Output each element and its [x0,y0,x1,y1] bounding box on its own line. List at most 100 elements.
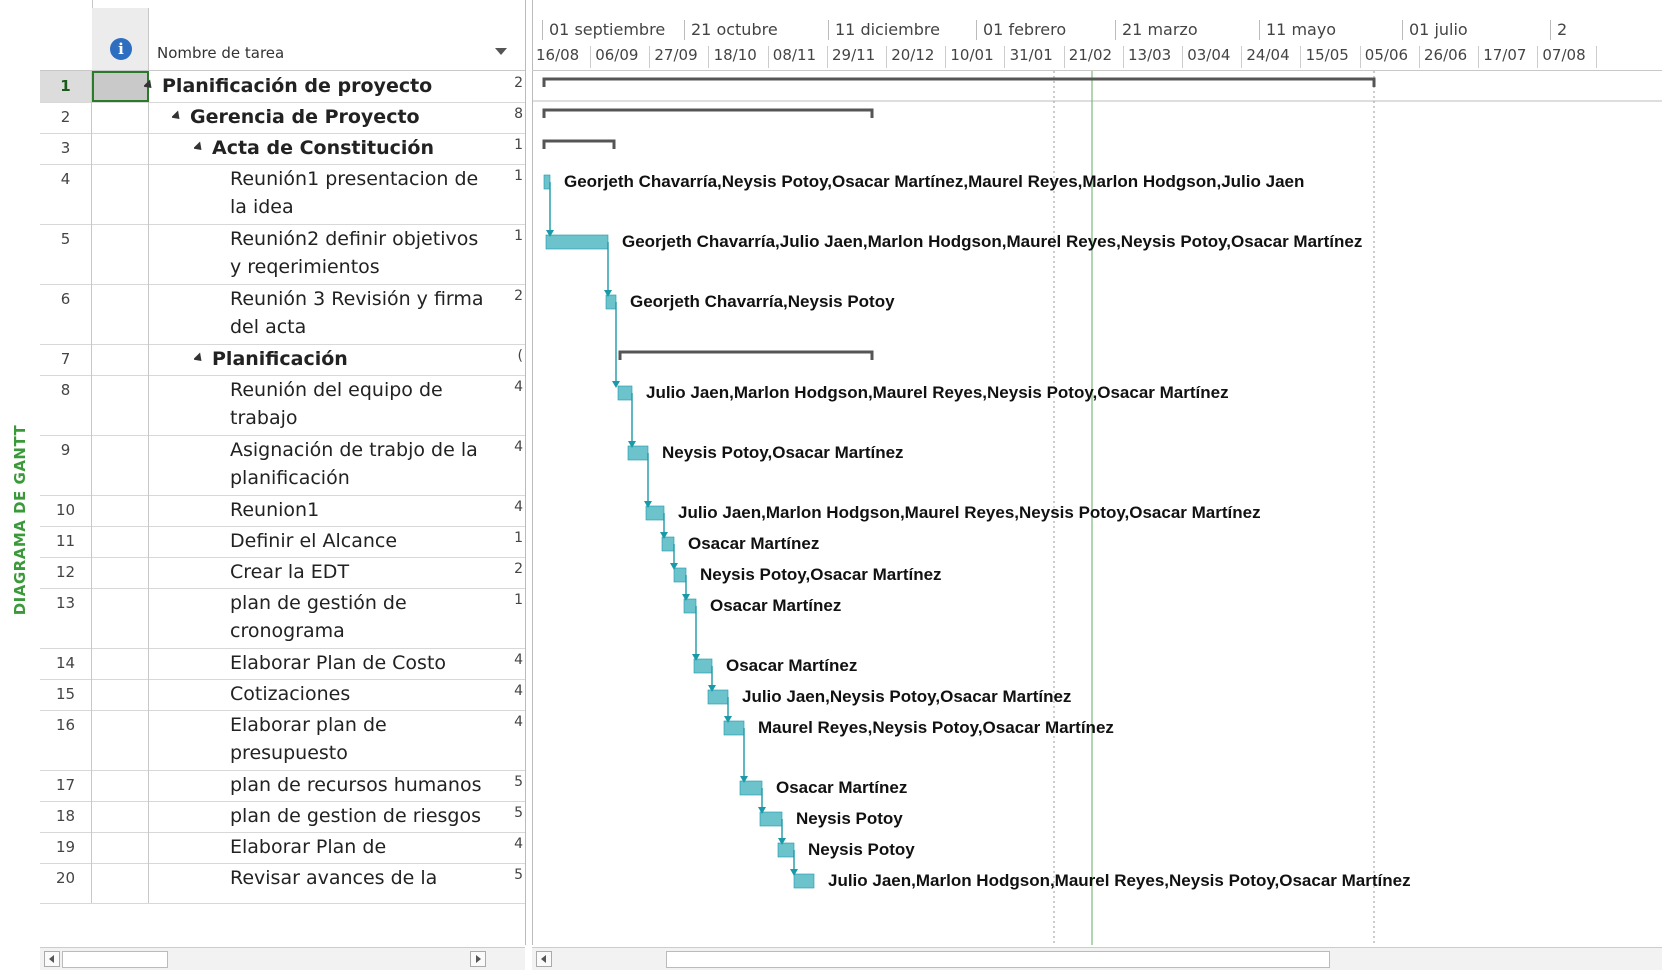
table-row[interactable]: 18 plan de gestion de riesgos 5 [40,801,525,833]
indicator-cell[interactable] [92,770,149,801]
task-name-column-header[interactable]: Nombre de tarea [157,44,284,62]
task-name-cell[interactable]: plan de gestion de riesgos [230,801,485,833]
task-name-cell[interactable]: Elaborar Plan de Adquisicior [230,832,485,864]
chart-scroll-left-arrow-icon[interactable] [536,951,552,967]
indicator-cell[interactable] [92,344,149,375]
row-number[interactable]: 3 [40,133,92,164]
table-row[interactable]: 19 Elaborar Plan de Adquisicior 4 [40,832,525,864]
indicator-cell[interactable] [92,526,149,557]
table-row[interactable]: 14 Elaborar Plan de Costo 4 [40,648,525,680]
task-name-cell[interactable]: plan de recursos humanos [230,770,485,802]
row-number[interactable]: 15 [40,679,92,710]
task-name-cell[interactable]: Cotizaciones [230,679,485,711]
task-name-cell[interactable]: Definir el Alcance [230,526,485,558]
indicator-cell[interactable] [92,164,149,224]
table-row[interactable]: 1 Planificación de proyecto MIPY 2 [40,71,525,103]
table-scroll-thumb[interactable] [62,951,168,968]
table-row[interactable]: 13 plan de gestión de cronograma 1 [40,588,525,649]
indicator-cell[interactable] [92,801,149,832]
select-all-corner[interactable] [40,0,93,70]
resource-names-label: Osacar Martínez [726,656,857,675]
task-name-cell[interactable]: Crear la EDT [230,557,485,589]
row-number[interactable]: 1 [40,71,92,102]
gantt-chart-body[interactable]: Georjeth Chavarría,Neysis Potoy,Osacar M… [532,71,1662,945]
row-number[interactable]: 11 [40,526,92,557]
indicators-column-header[interactable]: i [92,8,149,70]
timescale-minor-label: 18/10 [713,46,757,64]
task-name-cell[interactable]: Reunión 3 Revisión y firma del acta [230,284,485,345]
table-row[interactable]: 5 Reunión2 definir objetivos y reqerimien… [40,224,525,285]
table-row[interactable]: 20 Revisar avances de la 5 [40,863,525,904]
table-row[interactable]: 8 Reunión del equipo de trabajo 4 [40,375,525,436]
task-name-cell[interactable]: Elaborar Plan de Costo [230,648,485,680]
task-name-cell[interactable]: plan de gestión de cronograma [230,588,485,649]
indicator-cell[interactable] [92,102,149,133]
row-number[interactable]: 12 [40,557,92,588]
indicator-cell[interactable] [92,832,149,863]
row-number[interactable]: 2 [40,102,92,133]
indicator-cell[interactable] [92,863,149,903]
table-row[interactable]: 2 Gerencia de Proyecto 8 [40,102,525,134]
collapse-triangle-icon[interactable] [144,79,156,92]
row-number[interactable]: 13 [40,588,92,648]
timescale-minor-label: 16/08 [536,46,580,64]
table-row[interactable]: 17 plan de recursos humanos 5 [40,770,525,802]
table-horizontal-scrollbar[interactable] [40,947,525,970]
row-number[interactable]: 5 [40,224,92,284]
collapse-triangle-icon[interactable] [172,110,184,123]
row-number[interactable]: 20 [40,863,92,903]
scroll-right-arrow-icon[interactable] [470,951,486,967]
indicator-cell[interactable] [92,224,149,284]
indicator-cell[interactable] [92,588,149,648]
row-number[interactable]: 18 [40,801,92,832]
task-name-cell[interactable]: Asignación de trabjo de la planificación [230,435,485,496]
row-number[interactable]: 7 [40,344,92,375]
dropdown-arrow-icon[interactable] [495,48,507,55]
table-row[interactable]: 15 Cotizaciones 4 [40,679,525,711]
collapse-triangle-icon[interactable] [194,352,206,365]
row-number[interactable]: 10 [40,495,92,526]
scroll-left-arrow-icon[interactable] [44,951,60,967]
table-row[interactable]: 9 Asignación de trabjo de la planificació… [40,435,525,496]
indicator-cell[interactable] [92,495,149,526]
task-name-cell[interactable]: Reunión del equipo de trabajo [230,375,485,436]
task-name-cell[interactable]: Revisar avances de la [230,863,485,904]
chart-scroll-thumb[interactable] [666,951,1330,968]
indicator-cell[interactable] [92,710,149,770]
table-row[interactable]: 16 Elaborar plan de presupuesto 4 [40,710,525,771]
row-number[interactable]: 16 [40,710,92,770]
task-name-cell[interactable]: Elaborar plan de presupuesto [230,710,485,771]
indicator-cell[interactable] [92,71,149,102]
task-name-cell[interactable]: Planificación de proyecto MIPY [144,71,485,103]
table-row[interactable]: 11 Definir el Alcance 1 [40,526,525,558]
row-number[interactable]: 6 [40,284,92,344]
task-name-cell[interactable]: Gerencia de Proyecto [172,102,485,134]
indicator-cell[interactable] [92,375,149,435]
task-name-cell[interactable]: Acta de Constitución [194,133,485,165]
indicator-cell[interactable] [92,679,149,710]
task-name-cell[interactable]: Reunion1 [230,495,485,527]
task-name-cell[interactable]: Reunión1 presentacion de la idea [230,164,485,225]
task-name-cell[interactable]: Planificación [194,344,485,376]
collapse-triangle-icon[interactable] [194,141,206,154]
indicator-cell[interactable] [92,133,149,164]
table-row[interactable]: 4 Reunión1 presentacion de la idea 1 [40,164,525,225]
indicator-cell[interactable] [92,648,149,679]
table-row[interactable]: 10 Reunion1 4 [40,495,525,527]
row-number[interactable]: 8 [40,375,92,435]
row-number[interactable]: 9 [40,435,92,495]
table-row[interactable]: 12 Crear la EDT 2 [40,557,525,589]
table-row[interactable]: 6 Reunión 3 Revisión y firma del acta 2 [40,284,525,345]
row-number[interactable]: 4 [40,164,92,224]
row-number[interactable]: 17 [40,770,92,801]
row-number[interactable]: 19 [40,832,92,863]
table-row[interactable]: 3 Acta de Constitución 1 [40,133,525,165]
row-number[interactable]: 14 [40,648,92,679]
indicator-cell[interactable] [92,557,149,588]
task-name-cell[interactable]: Reunión2 definir objetivos y reqerimient… [230,224,485,285]
indicator-cell[interactable] [92,284,149,344]
chart-horizontal-scrollbar[interactable] [532,947,1662,970]
table-row[interactable]: 7 Planificación ( [40,344,525,376]
indicator-cell[interactable] [92,435,149,495]
view-bar[interactable]: DIAGRAMA DE GANTT [0,70,40,950]
